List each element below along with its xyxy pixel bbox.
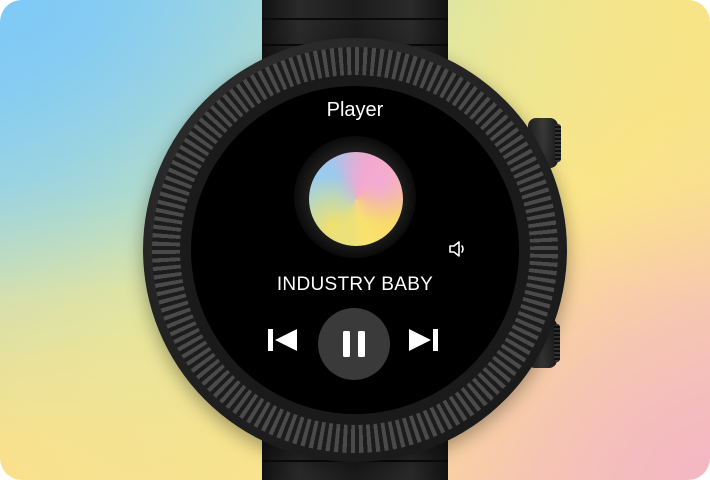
skip-previous-icon — [268, 329, 297, 351]
album-art[interactable] — [309, 152, 403, 246]
volume-icon[interactable] — [447, 238, 469, 260]
skip-previous-button[interactable] — [266, 326, 300, 354]
app-title: Player — [326, 99, 384, 121]
track-title: INDUSTRY BABY — [276, 274, 434, 295]
background-card: Player INDUSTRY BABY — [0, 0, 710, 480]
skip-next-icon — [409, 329, 438, 351]
pause-icon — [343, 331, 365, 357]
watch-screen: Player INDUSTRY BABY — [191, 86, 519, 414]
play-pause-button[interactable] — [318, 308, 390, 380]
skip-next-button[interactable] — [406, 326, 440, 354]
